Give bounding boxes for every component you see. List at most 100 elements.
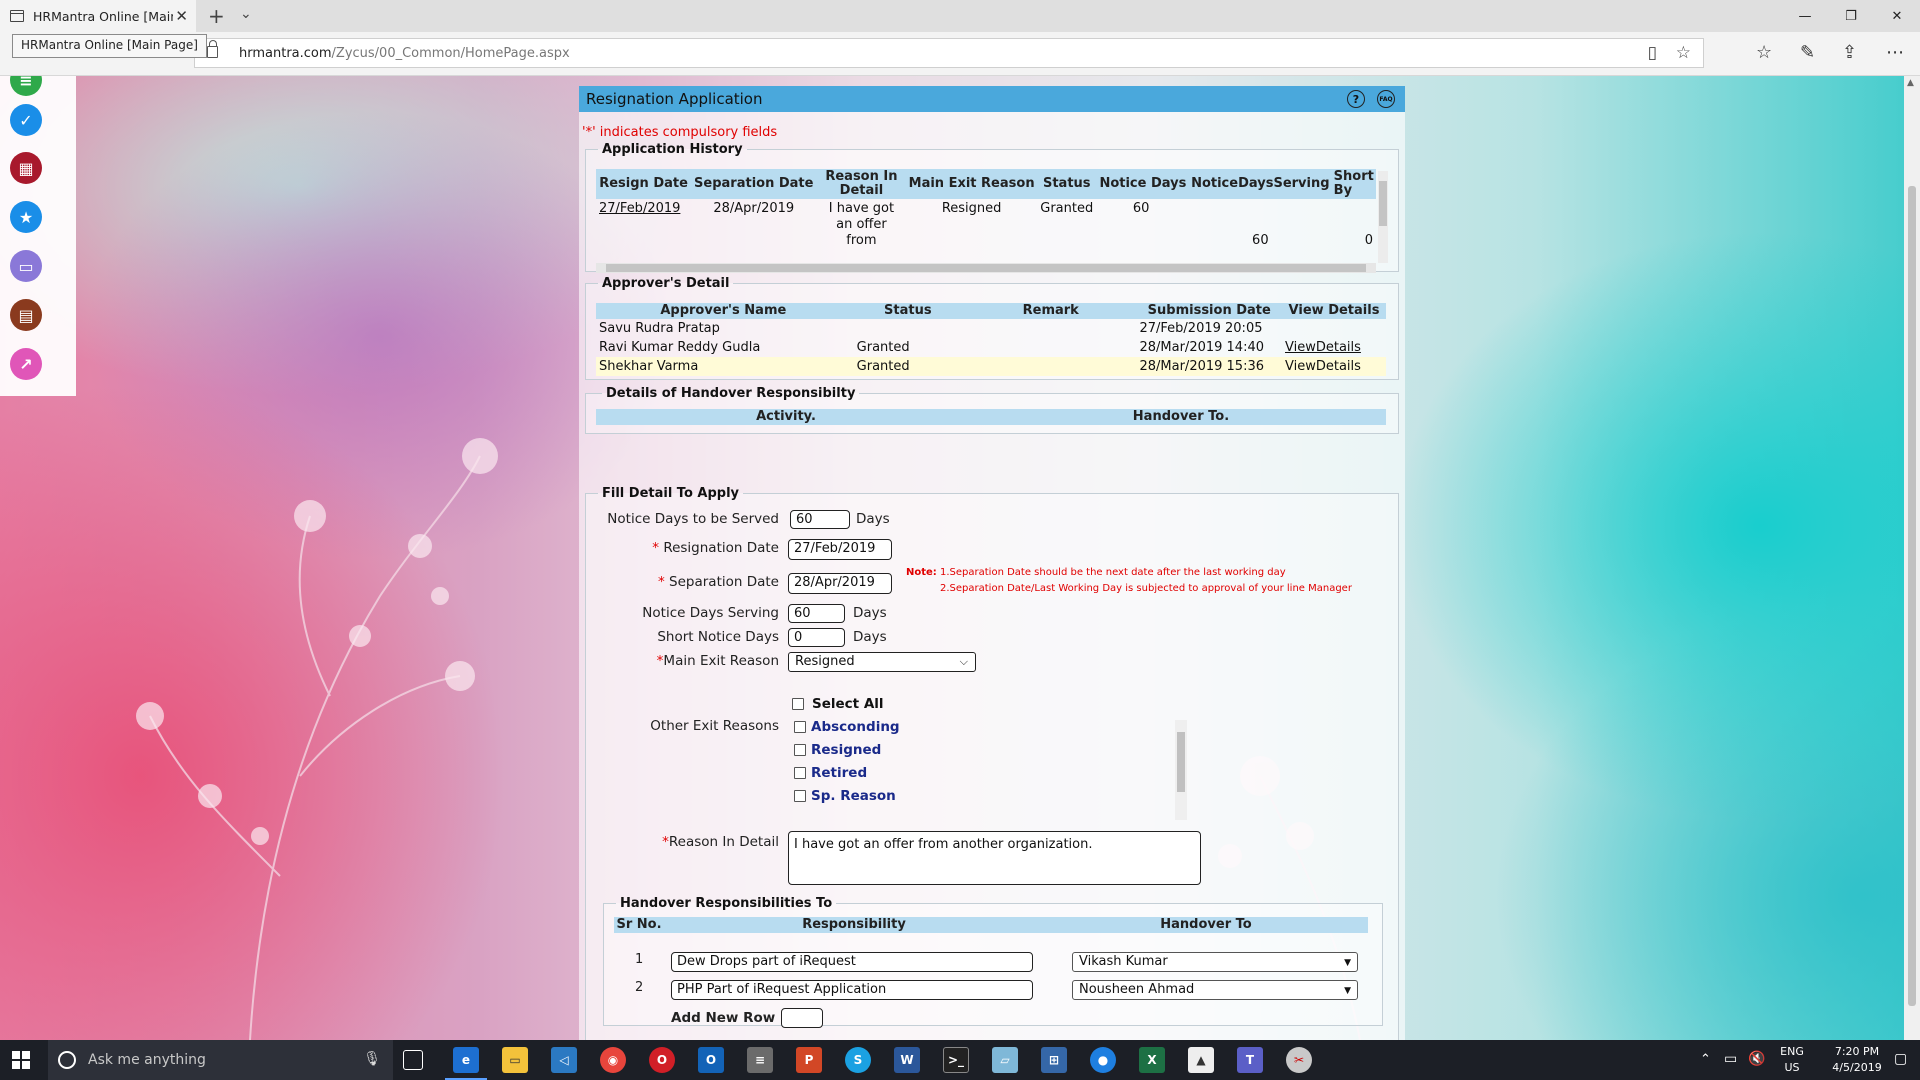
green-app-icon[interactable]: ≡ <box>10 76 42 96</box>
star-icon[interactable]: ★ <box>10 201 42 233</box>
browser-tab-bar: HRMantra Online [Main ✕ + ⌄ — ❐ ✕ <box>0 0 1920 32</box>
faq-icon[interactable]: FAQ <box>1377 90 1395 108</box>
handover-detail-legend: Details of Handover Responsibilty <box>606 386 856 401</box>
compulsory-note: '*' indicates compulsory fields <box>582 125 778 140</box>
other-reasons-scrollbar[interactable] <box>1175 720 1187 820</box>
reading-view-icon[interactable]: ▯ <box>1648 43 1657 63</box>
opera-icon[interactable]: O <box>649 1047 675 1073</box>
table-row: 27/Feb/2019 28/Apr/2019 I have got an of… <box>596 199 1376 251</box>
table-row: Savu Rudra Pratap 27/Feb/2019 20:05 <box>596 319 1386 338</box>
excel-icon[interactable]: X <box>1139 1047 1165 1073</box>
outlook-icon[interactable]: O <box>698 1047 724 1073</box>
resignation-application-panel: Resignation Application ? FAQ '*' indica… <box>579 86 1405 1040</box>
page-scrollbar[interactable]: ▲ <box>1904 76 1920 1040</box>
resignation-date-input[interactable]: 27/Feb/2019 <box>788 539 892 560</box>
language-indicator[interactable]: ENG US <box>1772 1044 1812 1076</box>
photos-icon[interactable]: ▲ <box>1188 1047 1214 1073</box>
other-reasons-scroll-thumb[interactable] <box>1177 732 1185 792</box>
network-icon[interactable]: ▭ <box>1724 1051 1737 1067</box>
taskbar-search-box[interactable]: Ask me anything 🎙 <box>48 1040 393 1080</box>
skype-icon[interactable]: S <box>845 1047 871 1073</box>
select-all-label: Select All <box>812 696 884 712</box>
restore-icon[interactable]: ❐ <box>1828 0 1874 32</box>
col-submission-date: Submission Date <box>1136 303 1282 319</box>
col-remark: Remark <box>964 303 1137 319</box>
scroll-up-icon[interactable]: ▲ <box>1907 78 1914 88</box>
handover-to-select-2[interactable]: Nousheen Ahmad ▼ <box>1072 980 1358 1000</box>
retired-checkbox[interactable] <box>794 767 806 779</box>
responsibility-input-1[interactable]: Dew Drops part of iRequest <box>671 952 1033 972</box>
microphone-icon[interactable]: 🎙 <box>363 1051 381 1067</box>
powerpoint-icon[interactable]: P <box>796 1047 822 1073</box>
teams-icon[interactable]: T <box>1237 1047 1263 1073</box>
close-tab-icon[interactable]: ✕ <box>175 7 188 25</box>
windows-start-icon[interactable] <box>12 1051 30 1069</box>
browser-tab[interactable]: HRMantra Online [Main ✕ <box>0 0 196 32</box>
database-tool-icon[interactable]: ≡ <box>747 1047 773 1073</box>
approver-remark <box>965 319 1137 338</box>
visual-studio-code-icon[interactable]: ◁ <box>551 1047 577 1073</box>
page-scroll-thumb[interactable] <box>1908 186 1916 1006</box>
col-approver-name: Approver's Name <box>596 303 851 319</box>
main-exit-reason-select[interactable]: Resigned ⌵ <box>788 652 976 672</box>
close-window-icon[interactable]: ✕ <box>1874 0 1920 32</box>
taskbar-clock[interactable]: 7:20 PM 4/5/2019 <box>1822 1044 1892 1076</box>
reason-cell: I have got an offer from <box>828 201 895 248</box>
chart-icon[interactable]: ↗ <box>10 348 42 380</box>
volume-muted-icon[interactable]: 🔇 <box>1748 1051 1765 1067</box>
resign-date-link[interactable]: 27/Feb/2019 <box>599 201 680 216</box>
task-view-icon[interactable] <box>403 1050 423 1070</box>
more-options-icon[interactable]: ⋯ <box>1886 42 1904 63</box>
col-handover-to-person: Handover To <box>1044 917 1368 933</box>
monitor-icon[interactable]: ▭ <box>10 250 42 282</box>
url-path: /Zycus/00_Common/HomePage.aspx <box>331 45 570 61</box>
history-vscroll-thumb[interactable] <box>1379 181 1387 226</box>
taskbar-search-placeholder: Ask me anything <box>88 1052 206 1068</box>
handover-to-select-1[interactable]: Vikash Kumar ▼ <box>1072 952 1358 972</box>
snipping-tool-icon[interactable]: ✂ <box>1286 1047 1312 1073</box>
help-icon[interactable]: ? <box>1347 90 1365 108</box>
view-details-text[interactable]: ViewDetails <box>1282 357 1386 376</box>
check-icon[interactable]: ✓ <box>10 104 42 136</box>
word-icon[interactable]: W <box>894 1047 920 1073</box>
calendar-icon[interactable]: ▦ <box>10 152 42 184</box>
reason-detail-textarea[interactable]: I have got an offer from another organiz… <box>788 831 1201 885</box>
history-horizontal-scrollbar[interactable] <box>596 263 1376 273</box>
responsibility-input-2[interactable]: PHP Part of iRequest Application <box>671 980 1033 1000</box>
notice-days-input[interactable]: 60 <box>790 510 850 529</box>
favorite-star-icon[interactable]: ☆ <box>1676 43 1691 63</box>
new-tab-icon[interactable]: + <box>208 4 225 28</box>
maps-pin-icon[interactable]: ● <box>1090 1047 1116 1073</box>
edge-browser-icon[interactable]: e <box>445 1047 487 1080</box>
add-new-row-input[interactable] <box>781 1008 823 1028</box>
favorites-hub-icon[interactable]: ☆ <box>1756 42 1772 63</box>
document-icon[interactable]: ▤ <box>10 299 42 331</box>
history-vertical-scrollbar[interactable] <box>1378 171 1388 263</box>
view-details-link[interactable]: ViewDetails <box>1285 340 1361 355</box>
command-prompt-icon[interactable]: >_ <box>943 1047 969 1073</box>
minimize-icon[interactable]: — <box>1782 0 1828 32</box>
share-icon[interactable]: ⇪ <box>1842 42 1857 63</box>
notepad-icon[interactable]: ▱ <box>992 1047 1018 1073</box>
sp-reason-checkbox[interactable] <box>794 790 806 802</box>
url-field[interactable]: hrmantra.com/Zycus/00_Common/HomePage.as… <box>194 38 1704 68</box>
col-notice-days-serving: NoticeDaysServing <box>1188 169 1332 199</box>
history-scroll-thumb[interactable] <box>606 264 1366 272</box>
file-explorer-icon[interactable]: ▭ <box>502 1047 528 1073</box>
region-text: US <box>1784 1061 1800 1074</box>
chrome-icon[interactable]: ◉ <box>600 1047 626 1073</box>
action-center-icon[interactable]: ▢ <box>1894 1051 1907 1067</box>
tab-list-chevron-icon[interactable]: ⌄ <box>240 6 252 22</box>
separation-date-input[interactable]: 28/Apr/2019 <box>788 573 892 594</box>
resigned-checkbox[interactable] <box>794 744 806 756</box>
pen-notes-icon[interactable]: ✎ <box>1800 42 1815 63</box>
network-tool-icon[interactable]: ⊞ <box>1041 1047 1067 1073</box>
application-history-section: Application History Resign Date Separati… <box>585 142 1399 273</box>
select-all-checkbox[interactable] <box>792 698 804 710</box>
approver-name: Savu Rudra Pratap <box>599 321 720 336</box>
short-notice-input[interactable]: 0 <box>788 628 845 647</box>
absconding-checkbox[interactable] <box>794 721 806 733</box>
show-hidden-icons-chevron-icon[interactable]: ⌃ <box>1700 1052 1711 1068</box>
notice-serving-input[interactable]: 60 <box>788 604 845 623</box>
page-favicon-icon <box>10 10 24 22</box>
